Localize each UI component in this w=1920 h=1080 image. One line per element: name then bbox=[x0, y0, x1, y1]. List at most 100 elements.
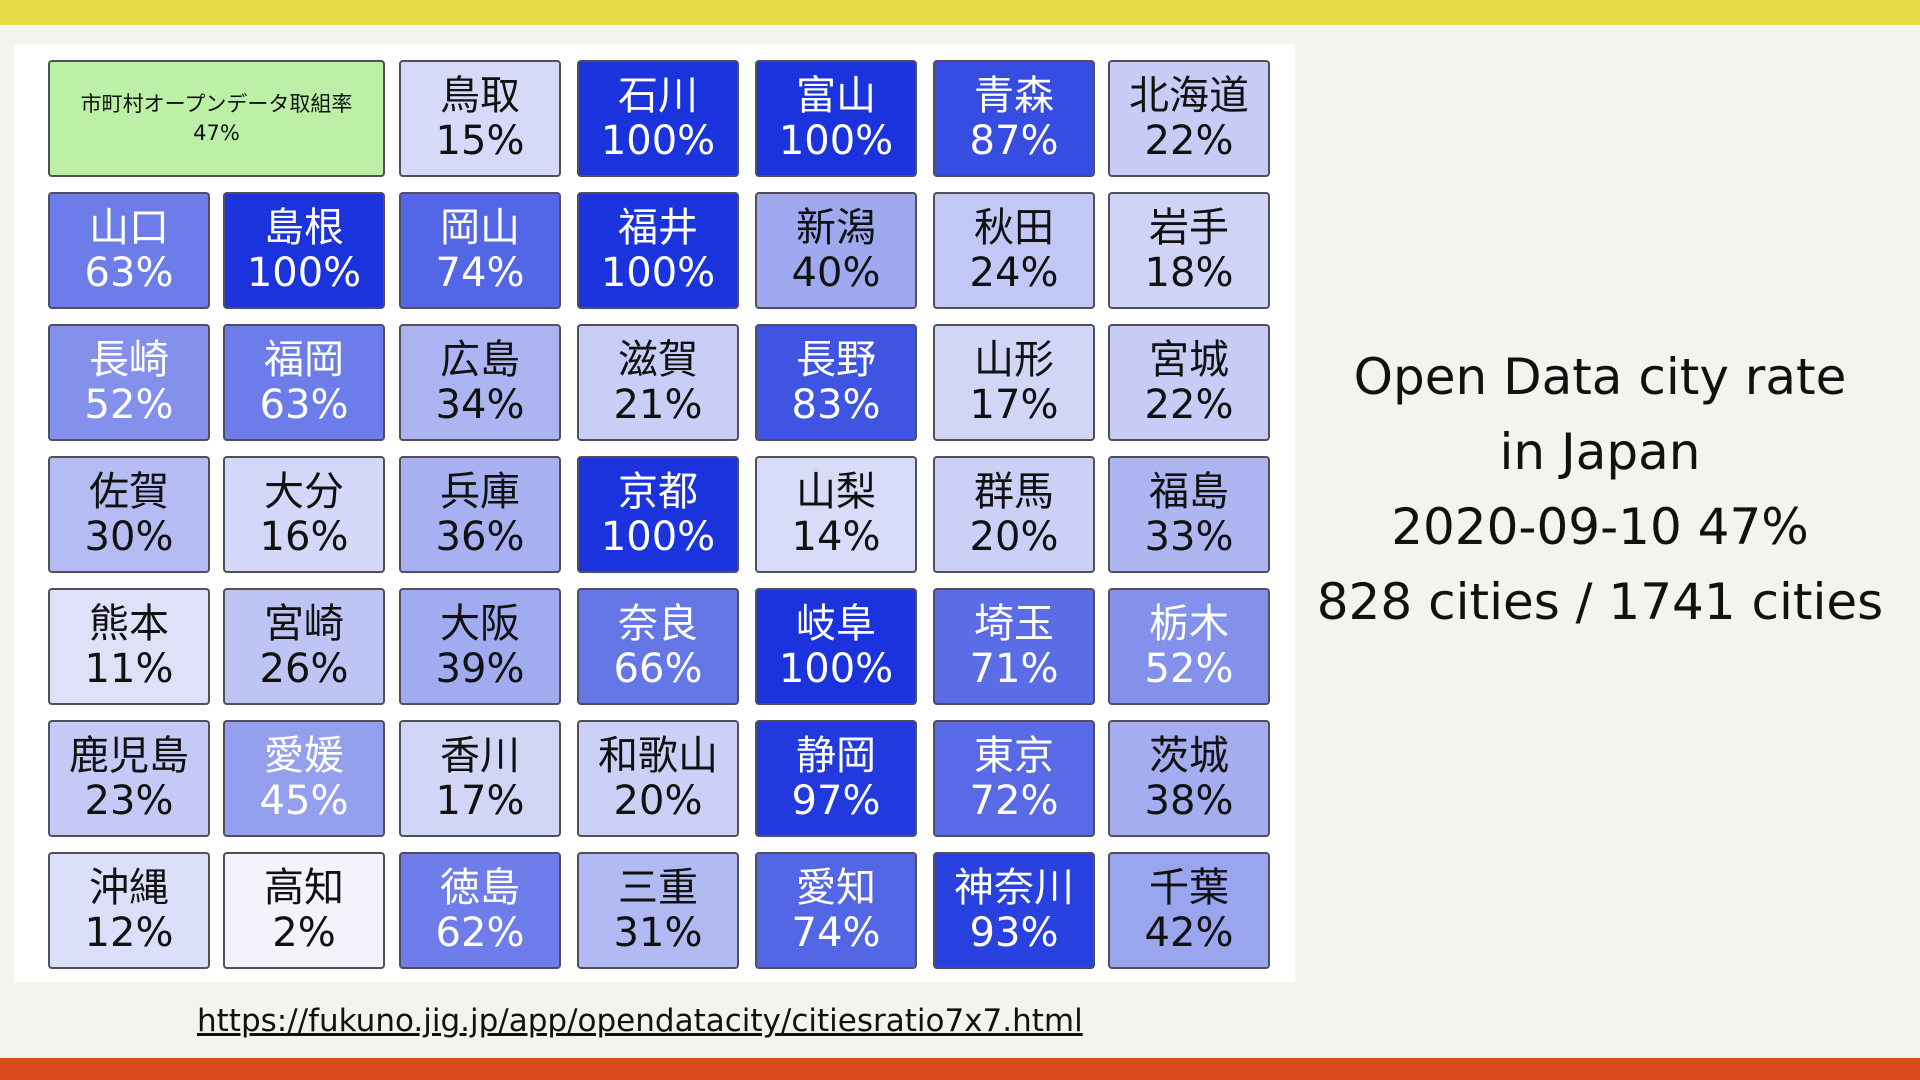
prefecture-tile: 鹿児島 23% bbox=[48, 720, 210, 837]
prefecture-rate: 20% bbox=[613, 777, 703, 824]
prefecture-name: 鳥取 bbox=[440, 72, 520, 119]
prefecture-name: 新潟 bbox=[796, 204, 876, 251]
prefecture-rate: 17% bbox=[969, 381, 1059, 428]
prefecture-tile: 山形 17% bbox=[933, 324, 1095, 441]
title-line-3: 2020-09-10 47% bbox=[1391, 498, 1809, 556]
prefecture-name: 山形 bbox=[974, 336, 1054, 383]
prefecture-name: 沖縄 bbox=[89, 864, 169, 911]
prefecture-name: 岩手 bbox=[1149, 204, 1229, 251]
prefecture-name: 石川 bbox=[618, 72, 698, 119]
prefecture-tile: 香川 17% bbox=[399, 720, 561, 837]
summary-label: 市町村オープンデータ取組率 bbox=[80, 92, 353, 117]
prefecture-rate: 63% bbox=[259, 381, 349, 428]
prefecture-tile: 群馬 20% bbox=[933, 456, 1095, 573]
prefecture-name: 島根 bbox=[264, 204, 344, 251]
prefecture-rate: 83% bbox=[791, 381, 881, 428]
prefecture-tile: 奈良 66% bbox=[577, 588, 739, 705]
prefecture-rate: 36% bbox=[435, 513, 525, 560]
prefecture-tile-grid: 市町村オープンデータ取組率 47% 鳥取 15% 石川 100% 富山 100% 青森 87% 北海… bbox=[14, 44, 1295, 982]
prefecture-name: 東京 bbox=[974, 732, 1054, 779]
prefecture-name: 茨城 bbox=[1149, 732, 1229, 779]
top-accent-bar bbox=[0, 0, 1920, 25]
prefecture-rate: 52% bbox=[1144, 645, 1234, 692]
prefecture-rate: 100% bbox=[600, 249, 716, 296]
prefecture-tile: 岐阜 100% bbox=[755, 588, 917, 705]
prefecture-name: 香川 bbox=[440, 732, 520, 779]
prefecture-tile: 青森 87% bbox=[933, 60, 1095, 177]
prefecture-name: 大阪 bbox=[440, 600, 520, 647]
prefecture-name: 山口 bbox=[89, 204, 169, 251]
prefecture-tile: 千葉 42% bbox=[1108, 852, 1270, 969]
prefecture-rate: 74% bbox=[435, 249, 525, 296]
prefecture-name: 福島 bbox=[1149, 468, 1229, 515]
prefecture-name: 埼玉 bbox=[974, 600, 1054, 647]
prefecture-tile: 愛知 74% bbox=[755, 852, 917, 969]
prefecture-name: 京都 bbox=[618, 468, 698, 515]
prefecture-rate: 26% bbox=[259, 645, 349, 692]
prefecture-rate: 22% bbox=[1144, 381, 1234, 428]
prefecture-rate: 18% bbox=[1144, 249, 1234, 296]
prefecture-name: 神奈川 bbox=[954, 864, 1074, 911]
prefecture-tile: 栃木 52% bbox=[1108, 588, 1270, 705]
prefecture-tile: 東京 72% bbox=[933, 720, 1095, 837]
prefecture-tile: 茨城 38% bbox=[1108, 720, 1270, 837]
prefecture-tile: 佐賀 30% bbox=[48, 456, 210, 573]
prefecture-tile: 石川 100% bbox=[577, 60, 739, 177]
prefecture-name: 奈良 bbox=[618, 600, 698, 647]
prefecture-name: 山梨 bbox=[796, 468, 876, 515]
prefecture-rate: 100% bbox=[600, 117, 716, 164]
prefecture-rate: 45% bbox=[259, 777, 349, 824]
prefecture-name: 群馬 bbox=[974, 468, 1054, 515]
prefecture-rate: 14% bbox=[791, 513, 881, 560]
prefecture-rate: 30% bbox=[84, 513, 174, 560]
prefecture-name: 徳島 bbox=[440, 864, 520, 911]
prefecture-rate: 100% bbox=[778, 645, 894, 692]
prefecture-name: 和歌山 bbox=[598, 732, 718, 779]
prefecture-tile: 長野 83% bbox=[755, 324, 917, 441]
prefecture-rate: 38% bbox=[1144, 777, 1234, 824]
prefecture-rate: 100% bbox=[246, 249, 362, 296]
prefecture-name: 長崎 bbox=[89, 336, 169, 383]
bottom-accent-bar bbox=[0, 1058, 1920, 1080]
prefecture-tile: 高知 2% bbox=[223, 852, 385, 969]
prefecture-tile: 大阪 39% bbox=[399, 588, 561, 705]
prefecture-name: 岡山 bbox=[440, 204, 520, 251]
prefecture-rate: 2% bbox=[272, 909, 336, 956]
prefecture-tile: 福岡 63% bbox=[223, 324, 385, 441]
prefecture-tile: 兵庫 36% bbox=[399, 456, 561, 573]
prefecture-tile: 滋賀 21% bbox=[577, 324, 739, 441]
prefecture-rate: 42% bbox=[1144, 909, 1234, 956]
prefecture-rate: 16% bbox=[259, 513, 349, 560]
prefecture-rate: 100% bbox=[600, 513, 716, 560]
title-line-2: in Japan bbox=[1499, 423, 1701, 481]
prefecture-rate: 20% bbox=[969, 513, 1059, 560]
prefecture-rate: 12% bbox=[84, 909, 174, 956]
prefecture-tile: 島根 100% bbox=[223, 192, 385, 309]
prefecture-tile: 愛媛 45% bbox=[223, 720, 385, 837]
source-url-link[interactable]: https://fukuno.jig.jp/app/opendatacity/c… bbox=[197, 1003, 1083, 1039]
prefecture-name: 富山 bbox=[796, 72, 876, 119]
prefecture-name: 静岡 bbox=[796, 732, 876, 779]
prefecture-name: 愛知 bbox=[796, 864, 876, 911]
prefecture-rate: 71% bbox=[969, 645, 1059, 692]
prefecture-tile: 山梨 14% bbox=[755, 456, 917, 573]
prefecture-name: 宮崎 bbox=[264, 600, 344, 647]
prefecture-tile: 埼玉 71% bbox=[933, 588, 1095, 705]
summary-value: 47% bbox=[193, 120, 240, 145]
prefecture-name: 秋田 bbox=[974, 204, 1054, 251]
prefecture-rate: 100% bbox=[778, 117, 894, 164]
prefecture-rate: 97% bbox=[791, 777, 881, 824]
prefecture-name: 岐阜 bbox=[796, 600, 876, 647]
prefecture-tile: 富山 100% bbox=[755, 60, 917, 177]
prefecture-rate: 62% bbox=[435, 909, 525, 956]
prefecture-tile: 新潟 40% bbox=[755, 192, 917, 309]
prefecture-name: 青森 bbox=[974, 72, 1054, 119]
prefecture-name: 滋賀 bbox=[618, 336, 698, 383]
summary-tile: 市町村オープンデータ取組率 47% bbox=[48, 60, 385, 177]
prefecture-tile: 福井 100% bbox=[577, 192, 739, 309]
prefecture-name: 長野 bbox=[796, 336, 876, 383]
prefecture-rate: 34% bbox=[435, 381, 525, 428]
prefecture-rate: 66% bbox=[613, 645, 703, 692]
prefecture-tile: 長崎 52% bbox=[48, 324, 210, 441]
prefecture-rate: 52% bbox=[84, 381, 174, 428]
